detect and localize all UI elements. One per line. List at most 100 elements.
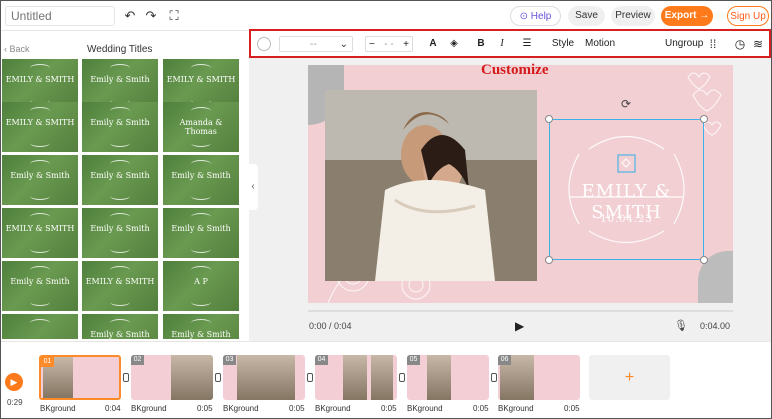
clip-thumbnail [237,355,295,400]
customize-annotation: Customize [481,62,549,78]
resize-handle[interactable] [545,115,553,123]
clip-thumbnail [171,355,213,400]
template-text: Amanda & Thomas [179,118,223,136]
title-template[interactable]: Emily & Smith [82,314,158,339]
grid-icon[interactable]: ⁞⁞ [706,36,720,52]
clip-number: 01 [41,357,54,367]
clip-duration: 0:05 [564,404,580,413]
title-template[interactable]: Amanda & Thomas [163,102,239,152]
title-template[interactable]: Emily & Smith [163,155,239,205]
signup-button[interactable]: Sign Up [727,6,769,26]
title-template[interactable]: EMILY & SMITH [82,261,158,311]
top-bar [1,1,771,31]
couple-photo[interactable] [325,90,537,281]
increase-size-button[interactable]: + [403,37,409,53]
mic-icon[interactable]: 🎙 [674,319,688,332]
clip-thumbnail [343,355,367,400]
clock-icon[interactable]: ◷ [733,36,747,52]
template-text: EMILY & SMITH [5,224,75,233]
motion-button[interactable]: Motion [585,36,615,52]
clip-duration: 0:05 [289,404,305,413]
title-template[interactable]: A P [163,261,239,311]
template-text: Emily & Smith [171,224,231,233]
clip-label: BKground [498,404,534,413]
timeline-clip[interactable]: 04 [315,355,397,400]
panel-title: Wedding Titles [87,44,153,55]
project-title-input[interactable] [5,6,115,26]
current-time: 0:00 / 0:04 [309,321,352,331]
redo-icon[interactable]: ↷ [143,8,159,24]
timeline-clip[interactable]: 06 [498,355,580,400]
template-text: Emily & Smith [90,118,150,127]
layers-icon[interactable]: ≋ [751,36,765,52]
clip-label: BKground [315,404,351,413]
couple-figure [325,90,537,281]
clip-number: 05 [407,355,420,365]
template-text: Emily & Smith [90,75,150,84]
title-template[interactable]: Emily & Smith [2,155,78,205]
style-button[interactable]: Style [551,36,575,52]
italic-icon[interactable]: I [495,36,509,52]
resize-handle[interactable] [545,256,553,264]
back-label: Back [9,44,30,54]
title-template[interactable]: Emily & Smith [82,155,158,205]
title-template[interactable]: EMILY & SMITH [2,102,78,152]
template-text: Emily & Smith [10,171,70,180]
undo-icon[interactable]: ↶ [122,8,138,24]
chevron-left-icon: ‹ [251,181,255,192]
fullscreen-icon[interactable]: ⛶ [166,8,182,24]
transition-icon[interactable] [307,373,313,382]
decrease-size-button[interactable]: − [369,37,375,53]
transition-icon[interactable] [399,373,405,382]
clip-duration: 0:05 [197,404,213,413]
save-button[interactable]: Save [568,6,605,26]
title-template[interactable] [2,314,78,339]
bold-icon[interactable]: B [474,36,488,52]
clip-duration: 0:05 [473,404,489,413]
timeline-play-button[interactable]: ▶ [5,373,23,391]
font-select[interactable]: -- ⌄ [279,36,353,52]
scene-duration: 0:04.00 [700,321,731,331]
titles-panel: ‹ Back Wedding Titles EMILY & SMITH Emil… [1,31,239,339]
fill-icon[interactable]: ◈ [447,36,461,52]
play-icon[interactable]: ▶ [515,319,524,333]
title-template[interactable]: Emily & Smith [2,261,78,311]
transition-icon[interactable] [491,373,497,382]
title-template[interactable]: Emily & Smith [163,314,239,339]
timeline-clip[interactable]: 03 [223,355,305,400]
help-button[interactable]: ⊙ Help [510,6,561,26]
title-date-text[interactable]: 10.04.23 [549,214,704,225]
opacity-icon[interactable] [257,37,271,51]
text-color-icon[interactable]: A [426,36,440,52]
title-template[interactable]: Emily & Smith [82,208,158,258]
add-clip-button[interactable]: + [589,355,670,400]
resize-handle[interactable] [700,115,708,123]
timeline-clip[interactable]: 05 [407,355,489,400]
collapse-panel-handle[interactable]: ‹ [248,164,258,210]
template-text: EMILY & SMITH [5,118,75,127]
title-template[interactable]: Emily & Smith [82,102,158,152]
template-text: EMILY & SMITH [85,277,155,286]
font-size-stepper[interactable]: − - - + [365,36,413,52]
transition-icon[interactable] [215,373,221,382]
preview-button[interactable]: Preview [611,6,655,26]
title-template[interactable]: Emily & Smith [163,208,239,258]
title-template-grid: EMILY & SMITH Emily & Smith EMILY & SMIT… [1,59,239,339]
timeline-clip[interactable]: 02 [131,355,213,400]
transition-icon[interactable] [123,373,129,382]
rotate-icon[interactable]: ⟳ [619,97,633,111]
align-icon[interactable]: ☰ [520,36,534,52]
text-toolbar: -- ⌄ − - - + A ◈ B I ☰ Style Motion Ungro… [249,29,771,58]
timeline-total-time: 0:29 [7,398,23,407]
playback-progress[interactable] [308,310,733,312]
clip-number: 03 [223,355,236,365]
template-text: Emily & Smith [90,171,150,180]
export-button[interactable]: Export → [661,6,713,26]
ungroup-button[interactable]: Ungroup [665,36,703,52]
clip-number: 02 [131,355,144,365]
back-link[interactable]: ‹ Back [4,44,30,54]
title-template[interactable]: EMILY & SMITH [2,208,78,258]
timeline-clip[interactable]: 01 [39,355,121,400]
clip-label: BKground [40,404,76,413]
resize-handle[interactable] [700,256,708,264]
